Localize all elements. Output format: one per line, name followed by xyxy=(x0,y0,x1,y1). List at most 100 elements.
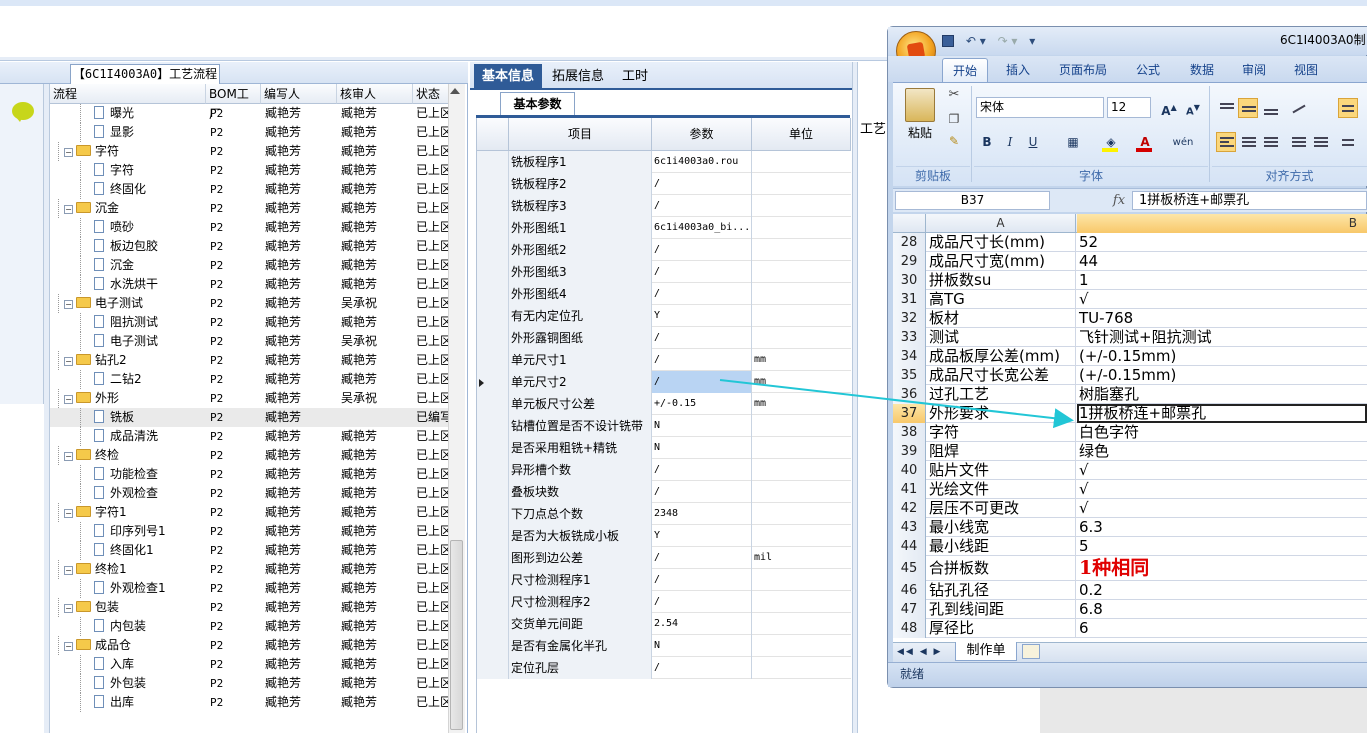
align-bottom-icon[interactable] xyxy=(1260,98,1280,118)
row-number[interactable]: 46 xyxy=(893,581,926,600)
cell-b[interactable]: √ xyxy=(1077,290,1367,309)
ribbon-tab-page-layout[interactable]: 页面布局 xyxy=(1050,58,1116,82)
tree-row[interactable]: 出库 P2 臧艳芳 臧艳芳 已上区 xyxy=(50,693,448,712)
param-value[interactable]: / xyxy=(652,547,752,569)
param-value[interactable]: 6c1i4003a0.rou xyxy=(652,151,752,173)
ribbon-tab-review[interactable]: 审阅 xyxy=(1232,58,1276,82)
row-number[interactable]: 48 xyxy=(893,619,926,638)
cell-b[interactable]: 6.8 xyxy=(1077,600,1367,619)
align-left-icon[interactable] xyxy=(1216,132,1236,152)
row-number[interactable]: 34 xyxy=(893,347,926,366)
tab-work-hours[interactable]: 工时 xyxy=(614,64,656,90)
col-header-checker[interactable]: 核审人 xyxy=(337,84,413,104)
tree-row[interactable]: − 外形 P2 臧艳芳 吴承祝 已上区 xyxy=(50,389,448,408)
row-number[interactable]: 32 xyxy=(893,309,926,328)
param-row[interactable]: 有无内定位孔 Y xyxy=(477,305,851,327)
row-header[interactable] xyxy=(477,503,509,525)
cell-a[interactable]: 板材 xyxy=(927,309,1076,328)
col-header-param[interactable]: 参数 xyxy=(652,118,752,151)
cell-b[interactable]: 6 xyxy=(1077,619,1367,638)
collapse-icon[interactable]: − xyxy=(64,566,73,575)
cell-b[interactable]: √ xyxy=(1077,461,1367,480)
save-icon[interactable] xyxy=(942,35,954,47)
paste-icon[interactable] xyxy=(905,88,935,122)
param-value[interactable]: 6c1i4003a0_bi... xyxy=(652,217,752,239)
cell-b[interactable]: 5 xyxy=(1077,537,1367,556)
row-header[interactable] xyxy=(477,173,509,195)
cell-b[interactable]: √ xyxy=(1077,480,1367,499)
param-value[interactable]: 2348 xyxy=(652,503,752,525)
param-value[interactable]: N xyxy=(652,437,752,459)
row-number[interactable]: 39 xyxy=(893,442,926,461)
tab-basic-info[interactable]: 基本信息 xyxy=(474,64,543,90)
splitter-horizontal[interactable] xyxy=(0,57,890,61)
collapse-icon[interactable]: − xyxy=(64,300,73,309)
cell-b[interactable]: TU-768 xyxy=(1077,309,1367,328)
tree-row[interactable]: 字符 P2 臧艳芳 臧艳芳 已上区 xyxy=(50,161,448,180)
row-header[interactable] xyxy=(477,525,509,547)
cell-a[interactable]: 高TG xyxy=(927,290,1076,309)
cell-b[interactable]: 44 xyxy=(1077,252,1367,271)
collapse-icon[interactable]: − xyxy=(64,357,73,366)
phonetic-guide-icon[interactable]: wén xyxy=(1166,132,1200,153)
param-row[interactable]: 铣板程序3/ xyxy=(477,195,851,217)
tree-row[interactable]: 终固化 P2 臧艳芳 臧艳芳 已上区 xyxy=(50,180,448,199)
param-row[interactable]: 叠板块数 / xyxy=(477,481,851,503)
col-header-bom[interactable]: BOM工厂 xyxy=(206,84,261,121)
param-row[interactable]: 下刀点总个数 2348 xyxy=(477,503,851,525)
cell-a[interactable]: 层压不可更改 xyxy=(927,499,1076,518)
ribbon-tab-home[interactable]: 开始 xyxy=(942,58,988,82)
cell-b[interactable]: 1 xyxy=(1077,271,1367,290)
cell-b[interactable]: 1拼板桥连+邮票孔 xyxy=(1077,404,1367,423)
param-value[interactable]: / xyxy=(652,261,752,283)
param-value[interactable]: / xyxy=(652,283,752,305)
row-number[interactable]: 43 xyxy=(893,518,926,537)
tree-row[interactable]: 入库 P2 臧艳芳 臧艳芳 已上区 xyxy=(50,655,448,674)
param-row[interactable]: 异形槽个数 / xyxy=(477,459,851,481)
row-number[interactable]: 33 xyxy=(893,328,926,347)
chat-bubble-icon[interactable] xyxy=(12,102,34,122)
row-number[interactable]: 40 xyxy=(893,461,926,480)
param-value[interactable]: / xyxy=(652,195,752,217)
row-number[interactable]: 44 xyxy=(893,537,926,556)
param-row[interactable]: 铣板程序1 6c1i4003a0.rou xyxy=(477,151,851,173)
tab-extended-info[interactable]: 拓展信息 xyxy=(544,64,612,90)
param-row[interactable]: 尺寸检测程序1/ xyxy=(477,569,851,591)
sheet-nav-arrows-icon[interactable]: ◀◀ ◀ ▶ ▶▶ xyxy=(897,644,952,673)
align-center-icon[interactable] xyxy=(1238,132,1258,152)
param-value[interactable]: / xyxy=(652,591,752,613)
row-number[interactable]: 41 xyxy=(893,480,926,499)
param-row[interactable]: 外形露铜图纸 / xyxy=(477,327,851,349)
process-flow-tab[interactable]: 【6C1I4003A0】工艺流程 xyxy=(70,64,220,84)
param-row[interactable]: 图形到边公差 / mil xyxy=(477,547,851,569)
param-value[interactable]: / xyxy=(652,349,752,371)
row-header[interactable] xyxy=(477,635,509,657)
col-header-unit[interactable]: 单位 xyxy=(752,118,851,151)
tree-row[interactable]: − 终检1 P2 臧艳芳 臧艳芳 已上区 xyxy=(50,560,448,579)
cell-b[interactable]: (+/-0.15mm) xyxy=(1077,347,1367,366)
param-value[interactable]: Y xyxy=(652,525,752,547)
collapse-icon[interactable]: − xyxy=(64,604,73,613)
param-value[interactable]: / xyxy=(652,239,752,261)
insert-function-button[interactable]: fx xyxy=(1108,191,1130,210)
cell-a[interactable]: 成品尺寸长(mm) xyxy=(927,233,1076,252)
cell-b[interactable]: 飞针测试+阻抗测试 xyxy=(1077,328,1367,347)
align-middle-icon[interactable] xyxy=(1238,98,1258,118)
tree-row[interactable]: 印序列号1 P2 臧艳芳 臧艳芳 已上区 xyxy=(50,522,448,541)
cell-a[interactable]: 阻焊 xyxy=(927,442,1076,461)
param-row[interactable]: 单元尺寸1/mm xyxy=(477,349,851,371)
cell-b[interactable]: 绿色 xyxy=(1077,442,1367,461)
tree-row[interactable]: 板边包胶 P2 臧艳芳 臧艳芳 已上区 xyxy=(50,237,448,256)
row-number[interactable]: 42 xyxy=(893,499,926,518)
increase-indent-icon[interactable] xyxy=(1310,132,1330,152)
tree-row[interactable]: 水洗烘干 P2 臧艳芳 臧艳芳 已上区 xyxy=(50,275,448,294)
ribbon-tab-data[interactable]: 数据 xyxy=(1180,58,1224,82)
param-value[interactable]: / xyxy=(652,327,752,349)
italic-icon[interactable]: I xyxy=(1001,132,1019,153)
col-header-item[interactable]: 项目 xyxy=(509,118,652,151)
collapse-icon[interactable]: − xyxy=(64,148,73,157)
param-row[interactable]: 外形图纸4/ xyxy=(477,283,851,305)
tree-row[interactable]: − 电子测试 P2 臧艳芳 吴承祝 已上区 xyxy=(50,294,448,313)
param-value[interactable]: N xyxy=(652,635,752,657)
param-value[interactable]: / xyxy=(652,657,752,679)
